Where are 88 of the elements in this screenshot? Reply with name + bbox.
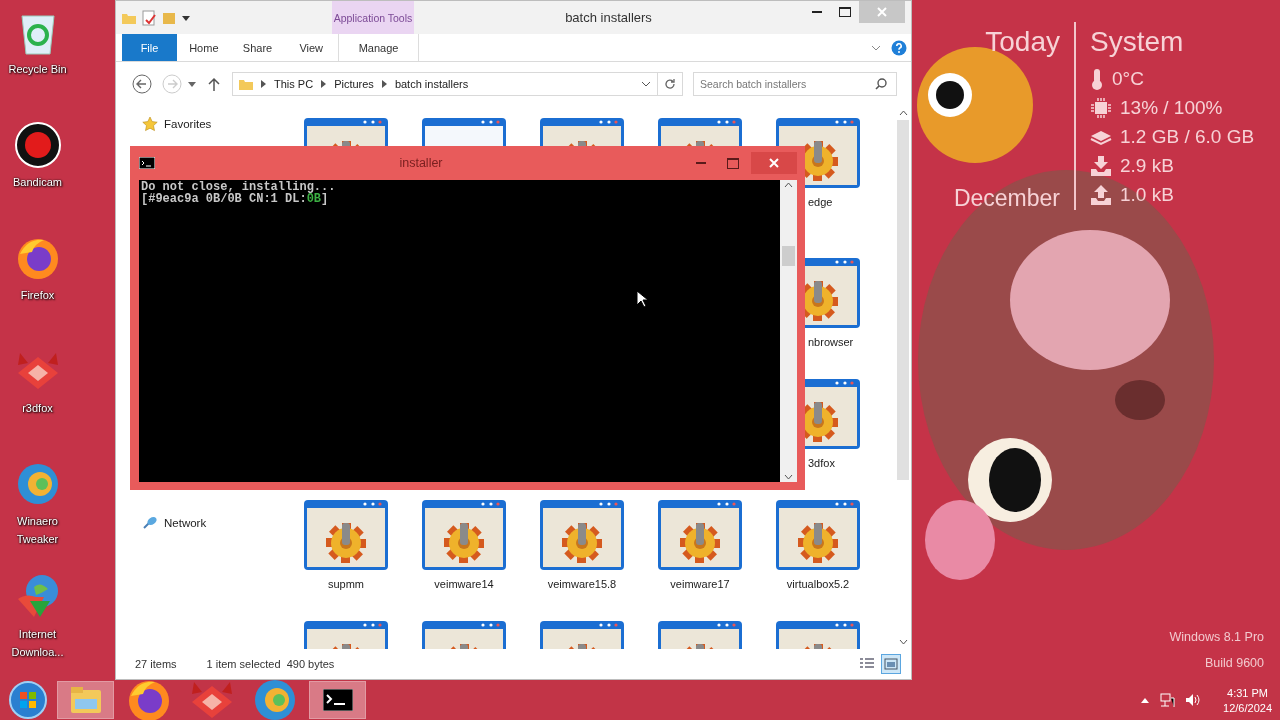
search-icon[interactable] (875, 78, 887, 90)
mouse-cursor-icon (636, 290, 648, 308)
file-name[interactable]: edge (808, 195, 833, 209)
file-name[interactable]: 3dfox (808, 456, 835, 470)
volume-icon[interactable] (1185, 692, 1202, 708)
chevron-icon (261, 80, 266, 88)
maximize-icon (727, 157, 739, 169)
ribbon-tab[interactable]: Share (230, 34, 285, 61)
taskbar-button[interactable] (309, 681, 366, 719)
network-icon (142, 516, 158, 530)
minimize-icon (812, 11, 822, 13)
console-icon (139, 157, 155, 169)
upload-icon (1090, 184, 1112, 206)
file-name[interactable]: supmm (327, 577, 365, 591)
caret-icon[interactable] (188, 81, 196, 87)
caret-icon[interactable] (182, 13, 190, 22)
ribbon-tab[interactable]: Home (177, 34, 231, 61)
clock-time: 4:31 PM (1227, 686, 1268, 699)
desktop-icon-label[interactable]: Winaero Tweaker (4, 512, 71, 548)
system-stat: 2.9 kB (1120, 155, 1174, 177)
close-icon (877, 7, 887, 17)
search-field[interactable]: Search batch installers (693, 72, 897, 96)
file-name[interactable]: veimware17 (670, 577, 730, 591)
thermometer-icon (1090, 68, 1104, 90)
large-icons-view-button[interactable] (881, 654, 901, 674)
close-icon (769, 158, 779, 168)
clock[interactable]: 4:31 PM 12/6/2024 (1223, 686, 1272, 714)
chevron-icon[interactable] (641, 81, 651, 87)
system-stat: 13% / 100% (1120, 97, 1223, 119)
scroll-down-icon[interactable] (784, 474, 793, 480)
refresh-button[interactable] (658, 72, 683, 96)
desktop-icon-label[interactable]: Recycle Bin (4, 60, 71, 78)
network-icon[interactable] (1159, 692, 1176, 708)
disk-icon (1090, 128, 1112, 146)
file-name[interactable]: nbrowser (808, 335, 854, 349)
item-count: 27 items (135, 658, 177, 670)
image-icon (884, 658, 898, 670)
document-icon[interactable] (142, 9, 156, 26)
list-icon (860, 658, 874, 670)
navigation-item[interactable]: Network (164, 517, 207, 529)
desktop-icon-label[interactable]: Firefox (4, 286, 71, 304)
maximize-icon (839, 7, 851, 17)
ribbon-tab[interactable]: File (122, 34, 177, 61)
file-name[interactable]: veimware15.8 (547, 577, 617, 591)
breadcrumb-item[interactable]: batch installers (394, 78, 469, 90)
folder-icon (239, 78, 253, 90)
system-stat: 1.2 GB / 6.0 GB (1120, 126, 1255, 148)
star-icon (142, 116, 158, 132)
download-icon (1090, 155, 1112, 177)
widget-heading: Today (985, 25, 1060, 59)
chip-icon (1090, 97, 1112, 119)
window-title: installer (398, 156, 444, 170)
clock-date: 12/6/2024 (1223, 701, 1272, 714)
console-line: [#9eac9a 0B/0B CN:1 DL:0B] (141, 193, 329, 205)
file-name[interactable]: virtualbox5.2 (786, 577, 850, 591)
app-icon[interactable] (322, 689, 353, 711)
ribbon-tab[interactable]: Manage (338, 34, 420, 61)
show-hidden-icons-icon[interactable] (1141, 697, 1150, 703)
desktop-icon-label[interactable]: Bandicam (4, 173, 71, 191)
app-shortcut-icon (13, 121, 62, 169)
file-name[interactable]: veimware14 (434, 577, 494, 591)
scroll-up-icon[interactable] (898, 110, 908, 116)
system-stat: 0°C (1112, 68, 1144, 90)
edition-text: Build 9600 (1204, 656, 1264, 670)
breadcrumb-item[interactable]: Pictures (334, 78, 374, 90)
navigation-item[interactable]: Favorites (164, 118, 212, 130)
up-arrow-icon[interactable] (208, 77, 220, 91)
address-bar[interactable]: This PC Pictures batch installers (232, 72, 658, 96)
refresh-icon (664, 78, 676, 90)
chevron-icon (381, 80, 387, 88)
scroll-down-icon[interactable] (898, 639, 908, 645)
scrollbar-thumb[interactable] (782, 246, 795, 266)
window-title: batch installers (564, 9, 653, 27)
desktop-icon-label[interactable]: r3dfox (4, 399, 71, 417)
edition-text: Windows 8.1 Pro (1169, 630, 1264, 644)
scrollbar-thumb[interactable] (897, 120, 909, 480)
context-tab-header: Application Tools (332, 1, 414, 34)
chevron-icon (321, 80, 327, 88)
scroll-up-icon[interactable] (784, 182, 793, 188)
widget-heading: System (1090, 25, 1185, 59)
back-button[interactable] (132, 74, 152, 94)
desktop-icon-label[interactable]: Internet Downloa... (4, 625, 71, 661)
breadcrumb-item[interactable]: This PC (274, 78, 314, 90)
system-stat: 1.0 kB (1120, 184, 1174, 206)
close-button[interactable] (751, 152, 797, 174)
widget-date: December (953, 185, 1060, 212)
selection-info: 1 item selected 490 bytes (206, 658, 335, 670)
ribbon-tab[interactable]: View (284, 34, 339, 61)
